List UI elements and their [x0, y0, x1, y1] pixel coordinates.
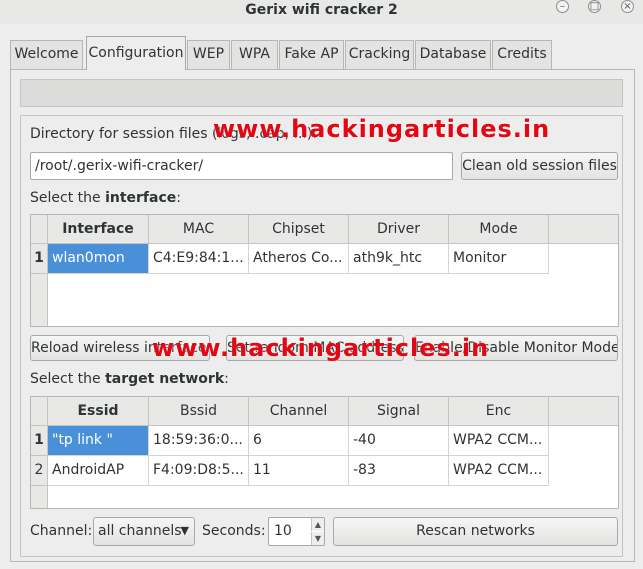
increment-icon[interactable]: ▲ [311, 518, 324, 531]
column-header[interactable]: MAC [149, 215, 249, 244]
column-header[interactable]: Mode [449, 215, 549, 244]
column-header[interactable]: Driver [349, 215, 449, 244]
column-header[interactable]: Interface [48, 215, 149, 244]
table-cell[interactable]: Atheros Co... [249, 244, 349, 274]
table-cell[interactable]: 6 [249, 426, 349, 456]
table-cell[interactable]: F4:09:D8:5... [149, 456, 249, 486]
tab-wep[interactable]: WEP [187, 40, 230, 69]
minimize-icon[interactable]: – [556, 0, 569, 13]
row-number[interactable]: 2 [31, 456, 48, 486]
interface-table: Interface MAC Chipset Driver Mode 1 wlan… [30, 214, 619, 327]
column-header[interactable]: Chipset [249, 215, 349, 244]
channel-value: all channels [98, 523, 182, 539]
column-header[interactable]: Enc [449, 397, 549, 426]
column-header[interactable]: Bssid [149, 397, 249, 426]
corner-cell [31, 215, 48, 244]
channel-select[interactable]: all channels ▼ [93, 517, 195, 546]
column-header[interactable]: Channel [249, 397, 349, 426]
row-header-filler [31, 486, 48, 508]
seconds-label: Seconds: [202, 523, 266, 539]
table-cell[interactable]: AndroidAP [48, 456, 149, 486]
decrement-icon[interactable]: ▼ [311, 532, 324, 545]
table-cell[interactable]: 18:59:36:0... [149, 426, 249, 456]
set-random-mac-button[interactable]: Set random MAC address [226, 335, 404, 361]
table-cell[interactable]: WPA2 CCM... [449, 456, 549, 486]
rescan-networks-button[interactable]: Rescan networks [333, 517, 618, 546]
channel-label: Channel: [30, 523, 93, 539]
column-header[interactable]: Signal [349, 397, 449, 426]
maximize-icon[interactable]: □ [588, 0, 601, 13]
tab-configuration[interactable]: Configuration [86, 36, 186, 70]
row-number[interactable]: 1 [31, 244, 48, 274]
table-cell[interactable]: 11 [249, 456, 349, 486]
column-header[interactable]: Essid [48, 397, 149, 426]
chevron-down-icon: ▼ [180, 524, 189, 537]
table-cell[interactable]: -83 [349, 456, 449, 486]
tab-welcome[interactable]: Welcome [10, 40, 83, 69]
session-dir-input[interactable]: /root/.gerix-wifi-cracker/ [30, 152, 453, 180]
network-table: Essid Bssid Channel Signal Enc 1 "tp lin… [30, 396, 619, 509]
table-cell[interactable]: wlan0mon [48, 244, 149, 274]
tab-cracking[interactable]: Cracking [345, 40, 414, 69]
status-bar [20, 79, 623, 107]
monitor-mode-button[interactable]: Enable/Disable Monitor Mode [414, 335, 618, 361]
session-dir-label: Directory for session files (logs, .cap,… [30, 126, 318, 142]
title-bar: Gerix wifi cracker 2 – □ × [0, 0, 643, 24]
table-cell[interactable]: -40 [349, 426, 449, 456]
seconds-value: 10 [274, 523, 292, 539]
tab-credits[interactable]: Credits [492, 40, 552, 69]
close-icon[interactable]: × [621, 0, 634, 13]
table-cell[interactable]: "tp link " [48, 426, 149, 456]
interface-label: Select the interface: [30, 190, 181, 206]
target-network-label: Select the target network: [30, 371, 229, 387]
reload-interfaces-button[interactable]: Reload wireless interfaces [30, 335, 210, 361]
table-cell[interactable]: WPA2 CCM... [449, 426, 549, 456]
table-cell[interactable]: Monitor [449, 244, 549, 274]
tab-database[interactable]: Database [415, 40, 491, 69]
table-cell[interactable]: ath9k_htc [349, 244, 449, 274]
tab-fake-ap[interactable]: Fake AP [279, 40, 344, 69]
header-filler [549, 397, 618, 426]
seconds-stepper[interactable]: 10 ▲ ▼ [268, 517, 325, 546]
table-cell[interactable]: C4:E9:84:1... [149, 244, 249, 274]
row-header-filler [31, 274, 48, 326]
tab-wpa[interactable]: WPA [231, 40, 278, 69]
row-number[interactable]: 1 [31, 426, 48, 456]
corner-cell [31, 397, 48, 426]
clean-session-button[interactable]: Clean old session files [461, 152, 618, 180]
window-title: Gerix wifi cracker 2 [245, 2, 398, 18]
header-filler [549, 215, 618, 244]
